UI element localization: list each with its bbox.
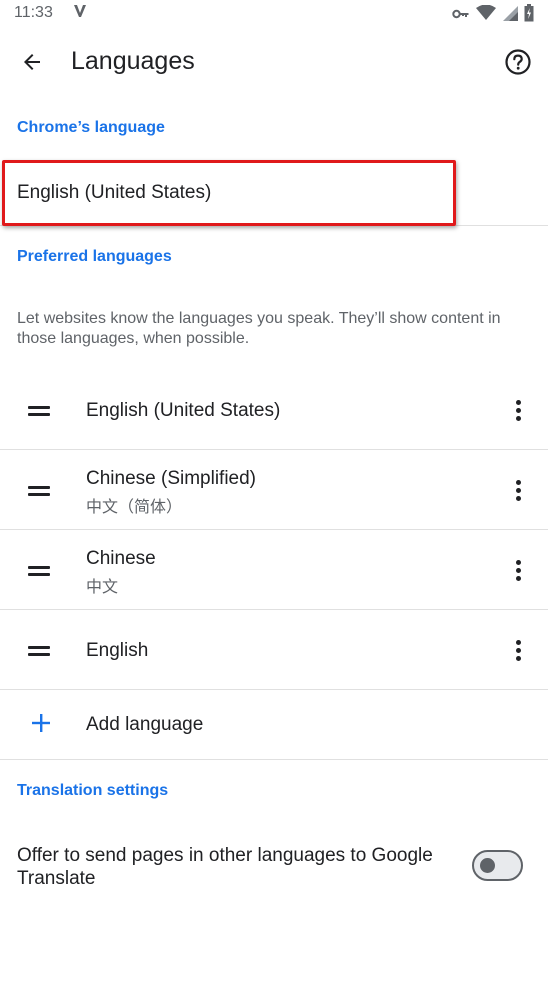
back-button[interactable]: [10, 40, 54, 84]
language-native-name: 中文（简体）: [86, 499, 183, 516]
offer-translate-label: Offer to send pages in other languages t…: [17, 845, 433, 889]
offer-translate-row[interactable]: Offer to send pages in other languages t…: [0, 830, 548, 910]
language-item-english-united-states[interactable]: English (United States): [0, 370, 548, 450]
arrow-back-icon: [24, 54, 40, 70]
more-options-button[interactable]: [506, 390, 530, 430]
language-name: English: [86, 640, 149, 661]
add-language-button[interactable]: Add language: [0, 690, 548, 760]
language-name: English (United States): [86, 400, 281, 421]
vpn-key-icon: [452, 7, 470, 25]
language-item-chinese-simplified[interactable]: Chinese (Simplified) 中文（简体）: [0, 450, 548, 530]
highlight-box: [2, 160, 456, 226]
chrome-language-header: Chrome’s language: [17, 119, 165, 136]
more-options-button[interactable]: [506, 550, 530, 590]
language-name: Chinese: [86, 548, 156, 569]
preferred-languages-description: Let websites know the languages you spea…: [17, 310, 501, 347]
status-icons: [452, 4, 534, 27]
signal-icon: [502, 5, 518, 26]
help-button[interactable]: [496, 40, 540, 84]
language-item-english[interactable]: English: [0, 610, 548, 690]
add-language-label: Add language: [86, 714, 204, 735]
drag-handle-icon[interactable]: [28, 486, 50, 496]
language-item-chinese[interactable]: Chinese 中文: [0, 530, 548, 610]
drag-handle-icon[interactable]: [28, 566, 50, 576]
wifi-icon: [476, 4, 496, 26]
battery-icon: [524, 4, 534, 27]
preferred-languages-header: Preferred languages: [17, 248, 172, 265]
more-options-button[interactable]: [506, 630, 530, 670]
add-icon: [32, 714, 50, 732]
translation-settings-header: Translation settings: [17, 782, 169, 799]
offer-translate-toggle[interactable]: [472, 850, 523, 881]
status-bar: 11:33: [0, 0, 548, 28]
app-bar: Languages: [0, 28, 548, 96]
status-time: 11:33: [14, 4, 53, 21]
language-name: Chinese (Simplified): [86, 468, 257, 489]
language-native-name: 中文: [86, 579, 119, 596]
toggle-knob: [480, 858, 495, 873]
drag-handle-icon[interactable]: [28, 406, 50, 416]
help-icon: [505, 49, 531, 75]
page-title: Languages: [71, 47, 195, 75]
notification-v-icon: [73, 3, 87, 24]
more-options-button[interactable]: [506, 470, 530, 510]
drag-handle-icon[interactable]: [28, 646, 50, 656]
